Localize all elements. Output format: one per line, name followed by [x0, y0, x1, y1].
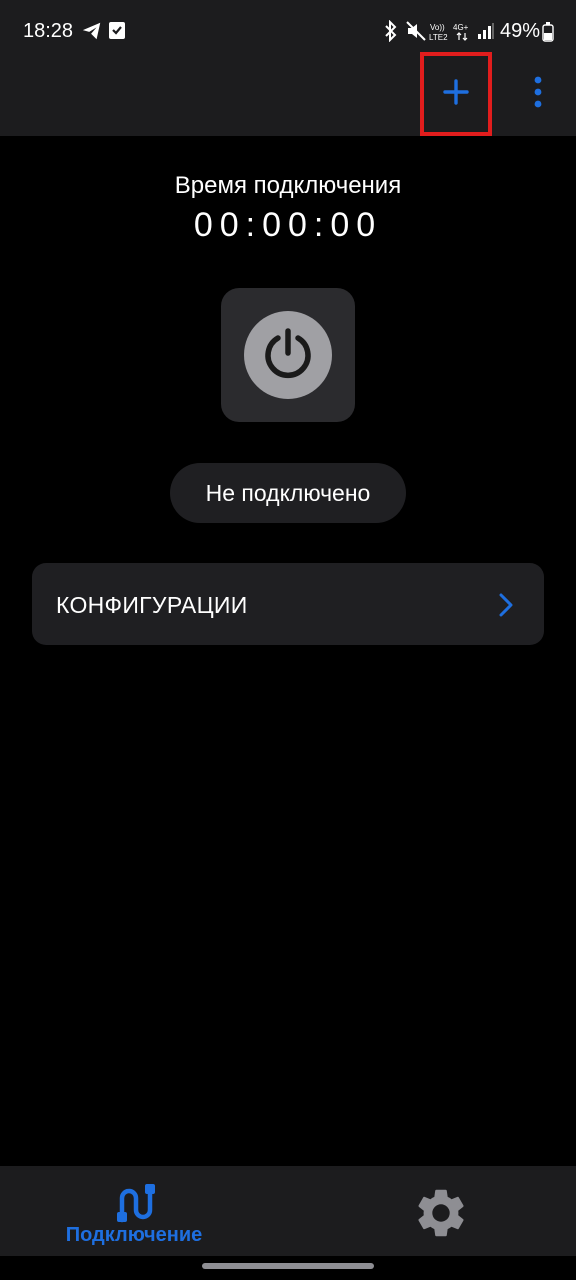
mute-icon — [405, 20, 427, 47]
gesture-navigation-bar[interactable] — [202, 1263, 374, 1269]
check-notification-icon — [108, 20, 126, 45]
svg-text:4G+: 4G+ — [453, 23, 469, 32]
chevron-right-icon — [498, 593, 514, 622]
plus-icon — [442, 78, 470, 111]
power-icon — [260, 325, 316, 386]
bluetooth-icon — [383, 19, 399, 47]
battery-icon — [542, 22, 554, 47]
svg-text:LTE2: LTE2 — [429, 33, 448, 42]
more-options-button[interactable] — [524, 76, 552, 108]
volte-icon: Vo)) LTE2 — [429, 22, 451, 47]
power-button-inner — [244, 311, 332, 399]
configurations-label: КОНФИГУРАЦИИ — [56, 592, 248, 618]
signal-icon — [477, 22, 495, 45]
add-config-button[interactable] — [420, 52, 492, 136]
configurations-row[interactable]: КОНФИГУРАЦИИ — [32, 563, 544, 645]
nav-item-connection-label: Подключение — [65, 1224, 203, 1246]
connection-timer: 00:00:00 — [193, 206, 383, 244]
gear-icon — [412, 1189, 470, 1246]
power-button[interactable] — [221, 288, 355, 422]
more-vertical-icon — [524, 76, 552, 112]
connection-status-badge: Не подключено — [170, 463, 406, 523]
nav-item-connection[interactable]: Подключение — [52, 1176, 216, 1250]
nav-item-settings[interactable] — [412, 1184, 472, 1242]
connection-status-text: Не подключено — [205, 479, 371, 506]
battery-percent: 49% — [500, 20, 541, 42]
status-time: 18:28 — [23, 20, 74, 42]
telegram-icon — [81, 20, 103, 47]
svg-text:Vo)): Vo)) — [430, 23, 445, 32]
4g-plus-icon: 4G+ — [453, 22, 475, 47]
connection-time-label: Время подключения — [174, 172, 402, 199]
